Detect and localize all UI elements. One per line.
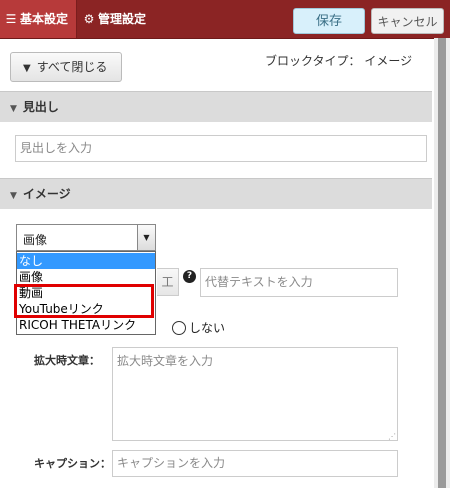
radio-no-zoom-label: しない (189, 321, 226, 335)
save-button[interactable]: 保存 (293, 8, 365, 34)
help-icon[interactable]: ? (183, 270, 196, 283)
caption-label: キャプション： (34, 457, 111, 470)
scrollbar-thumb[interactable] (438, 38, 446, 488)
collapse-all-label: すべて閉じる (36, 60, 108, 74)
highlight-box (14, 284, 154, 318)
edit-image-button[interactable]: 工 (157, 268, 179, 296)
alt-text-input[interactable]: 代替テキストを入力 (200, 268, 398, 297)
resize-grip-icon[interactable]: ⋰ (388, 432, 396, 441)
tab-admin-settings-label: 管理設定 (98, 12, 147, 26)
list-icon: ☰ (5, 12, 17, 26)
block-type-label: ブロックタイプ： イメージ (265, 54, 413, 68)
radio-no-zoom[interactable] (172, 321, 186, 335)
chevron-down-icon[interactable]: ▼ (137, 225, 155, 250)
caption-input[interactable]: キャプションを入力 (112, 450, 398, 477)
triangle-down-icon: ▼ (10, 191, 17, 201)
tab-basic-settings-label: 基本設定 (20, 12, 69, 26)
image-type-select[interactable]: 画像 ▼ (16, 224, 156, 251)
tab-basic-settings[interactable]: ☰ 基本設定 (0, 0, 77, 38)
zoom-text-label: 拡大時文章： (34, 354, 100, 367)
gear-icon: ⚙ (83, 12, 95, 26)
section-heading-title: 見出し (22, 100, 59, 114)
image-type-select-value: 画像 (23, 233, 48, 247)
collapse-all-button[interactable]: ▼ すべて閉じる (10, 52, 122, 82)
section-heading-header[interactable]: ▼ 見出し (0, 91, 432, 122)
triangle-down-icon: ▼ (10, 104, 17, 114)
cancel-button[interactable]: キャンセル (371, 8, 444, 34)
triangle-down-icon: ▼ (23, 63, 31, 74)
section-image-title: イメージ (22, 187, 71, 201)
zoom-text-textarea[interactable]: 拡大時文章を入力 (112, 347, 398, 441)
top-bar: ☰ 基本設定 ⚙ 管理設定 保存 キャンセル (0, 0, 450, 39)
heading-input[interactable]: 見出しを入力 (15, 135, 427, 162)
dropdown-option-theta[interactable]: RICOH THETAリンク (17, 317, 155, 333)
dropdown-option-none[interactable]: なし (17, 253, 155, 269)
dropdown-option-image[interactable]: 画像 (17, 269, 155, 285)
tab-admin-settings[interactable]: ⚙ 管理設定 (78, 0, 188, 38)
section-image-header[interactable]: ▼ イメージ (0, 178, 432, 209)
